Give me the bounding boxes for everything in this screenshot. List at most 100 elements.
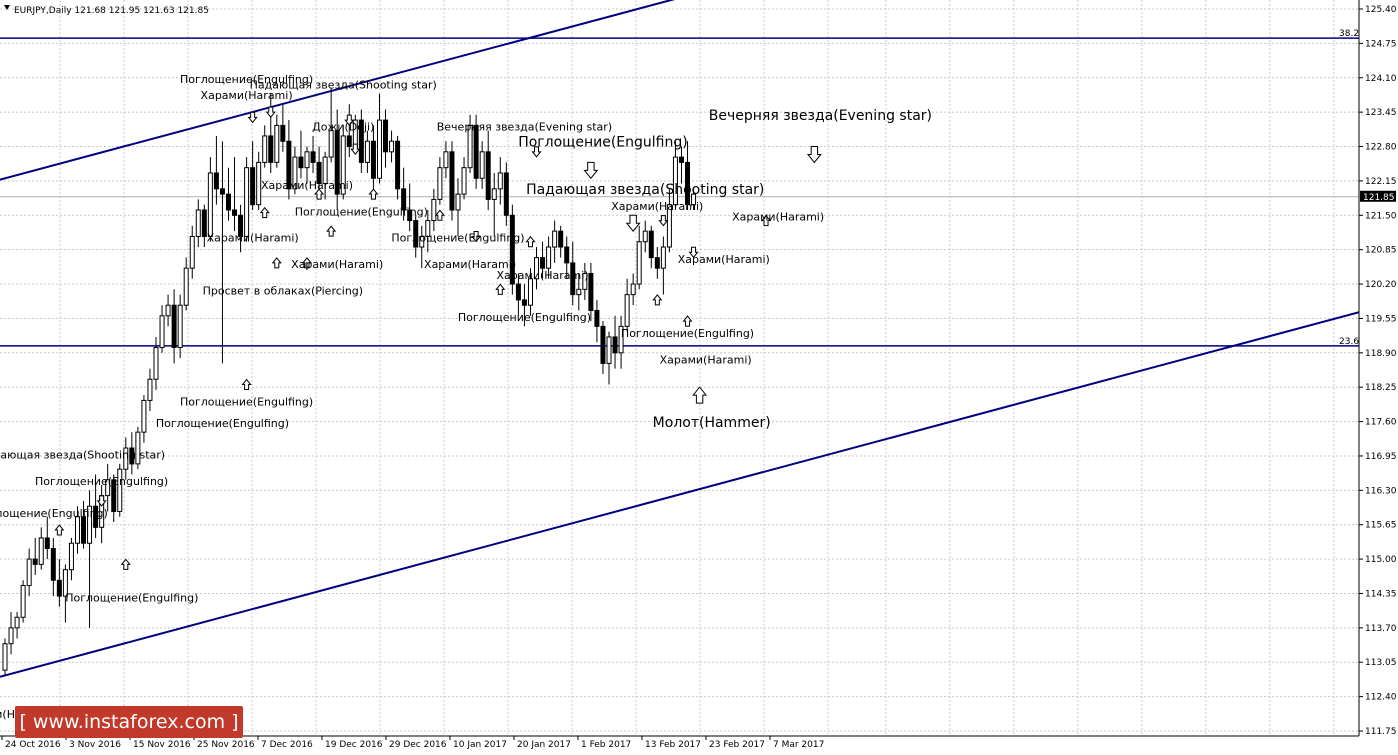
bullish-candle-body xyxy=(479,151,485,179)
bearish-candle-body xyxy=(298,156,304,169)
pattern-label: Падающая звезда(Shooting star) xyxy=(250,78,437,91)
bearish-candle-body xyxy=(515,283,521,301)
bearish-candle-body xyxy=(310,151,316,163)
bullish-candle-body xyxy=(244,167,250,237)
bullish-candle-body xyxy=(461,167,467,195)
bearish-candle-body xyxy=(50,548,56,581)
pattern-label: Дожи(Doji) xyxy=(312,121,374,134)
candle xyxy=(20,580,26,623)
bullish-candle-body xyxy=(2,643,8,671)
price-tick-label: 123.45 xyxy=(1365,108,1397,118)
bullish-candle-body xyxy=(660,246,666,269)
bearish-candle-body xyxy=(171,304,177,349)
price-tick-label: 124.10 xyxy=(1365,74,1397,84)
watermark-logo: [ www.instaforex.com ] xyxy=(15,706,243,738)
price-tick-label: 112.40 xyxy=(1365,693,1397,703)
bearish-candle-body xyxy=(32,558,38,565)
time-tick-label: 1 Feb 2017 xyxy=(581,740,631,750)
bearish-candle-body xyxy=(540,257,546,269)
bullish-candle-body xyxy=(546,246,552,269)
time-tick-label: 24 Oct 2016 xyxy=(5,740,61,750)
price-tick-label: 120.20 xyxy=(1365,280,1397,290)
bearish-candle-body xyxy=(654,257,660,269)
bearish-candle-body xyxy=(225,193,231,211)
bearish-candle-body xyxy=(280,124,286,142)
pattern-label: Молот(Hammer) xyxy=(653,415,771,431)
price-tick-label: 113.70 xyxy=(1365,624,1397,634)
pattern-label: Поглощение(Engulfing) xyxy=(295,205,428,218)
price-tick-label: 111.75 xyxy=(1365,727,1397,737)
pattern-label: Вечерняя звезда(Evening star) xyxy=(709,108,932,124)
bearish-candle-body xyxy=(370,140,376,179)
price-tick-label: 114.35 xyxy=(1365,589,1397,599)
bullish-candle-body xyxy=(636,241,642,285)
bearish-candle-body xyxy=(449,151,455,211)
price-tick-label: 118.25 xyxy=(1365,383,1397,393)
bearish-candle-body xyxy=(219,188,225,195)
bullish-candle-body xyxy=(606,336,612,364)
pattern-label: Поглощение(Engulfing) xyxy=(156,417,289,430)
bearish-candle-body xyxy=(383,119,389,153)
pattern-label: Падающая звезда(Shooting star) xyxy=(0,449,165,462)
pattern-label: Харами(Harami) xyxy=(611,200,703,213)
price-tick-label: 122.15 xyxy=(1365,177,1397,187)
price-tick-label: 121.50 xyxy=(1365,211,1397,221)
bullish-candle-body xyxy=(74,516,80,544)
bearish-candle-body xyxy=(346,135,352,148)
pattern-label: Вечерняя звезда(Evening star) xyxy=(437,121,612,134)
price-tick-label: 113.05 xyxy=(1365,658,1397,668)
bearish-candle-body xyxy=(564,246,570,264)
bearish-candle-body xyxy=(232,209,238,216)
current-price-tag: 121.85 xyxy=(1360,190,1396,203)
pattern-label: Харами(Harami) xyxy=(660,353,752,366)
candle xyxy=(117,463,123,517)
bullish-candle-body xyxy=(431,198,437,222)
bullish-candle-body xyxy=(274,124,280,163)
bullish-candle-body xyxy=(624,294,630,327)
price-tick-label: 115.00 xyxy=(1365,555,1397,565)
time-tick-label: 25 Nov 2016 xyxy=(197,740,255,750)
current-price-label: 121.85 xyxy=(1363,193,1395,203)
time-tick-label: 13 Feb 2017 xyxy=(645,740,701,750)
bearish-candle-body xyxy=(56,579,62,597)
time-tick-label: 7 Dec 2016 xyxy=(261,740,313,750)
pattern-label: Поглощение(Engulfing) xyxy=(180,396,313,409)
pattern-label: Поглощение(Engulfing) xyxy=(458,311,591,324)
pattern-label: Падающая звезда(Shooting star) xyxy=(526,182,764,198)
price-tick-label: 117.60 xyxy=(1365,418,1397,428)
pattern-label: Харами(Harami) xyxy=(291,258,383,271)
bullish-candle-body xyxy=(389,140,395,153)
bullish-candle-body xyxy=(195,209,201,237)
bullish-candle-body xyxy=(527,278,533,306)
bullish-candle-body xyxy=(304,151,310,169)
bullish-candle-body xyxy=(642,230,648,243)
fib-level-label: 23.6 xyxy=(1339,337,1359,347)
bullish-candle-body xyxy=(376,119,382,179)
bullish-candle-body xyxy=(207,172,213,237)
bullish-candle-body xyxy=(20,585,26,618)
price-tick-label: 124.75 xyxy=(1365,39,1397,49)
bullish-candle-body xyxy=(26,558,32,587)
pattern-label: Харами(Harami) xyxy=(261,179,353,192)
bearish-candle-body xyxy=(44,537,50,550)
bearish-candle-body xyxy=(485,151,491,200)
bullish-candle-body xyxy=(38,537,44,565)
pattern-label: Поглощение(Engulfing) xyxy=(621,327,754,340)
price-tick-label: 115.65 xyxy=(1365,521,1397,531)
pattern-label: Харами(Harami) xyxy=(497,269,589,282)
pattern-label: Харами(Harami) xyxy=(678,253,770,266)
bullish-candle-body xyxy=(491,188,497,200)
pattern-label: Поглощение(Engulfing) xyxy=(65,591,198,604)
candle xyxy=(449,141,455,221)
pattern-label: Поглощение(Engulfing) xyxy=(518,135,688,151)
bearish-candle-body xyxy=(594,309,600,327)
bearish-candle-body xyxy=(503,172,509,216)
price-tick-label: 116.30 xyxy=(1365,486,1397,496)
bullish-candle-body xyxy=(576,288,582,296)
bullish-candle-body xyxy=(153,347,159,380)
bearish-candle-body xyxy=(268,135,274,163)
bullish-candle-body xyxy=(68,542,74,571)
pattern-label: Поглощение(Engulfing) xyxy=(0,507,108,520)
time-tick-label: 10 Jan 2017 xyxy=(453,740,507,750)
candle xyxy=(2,638,8,676)
